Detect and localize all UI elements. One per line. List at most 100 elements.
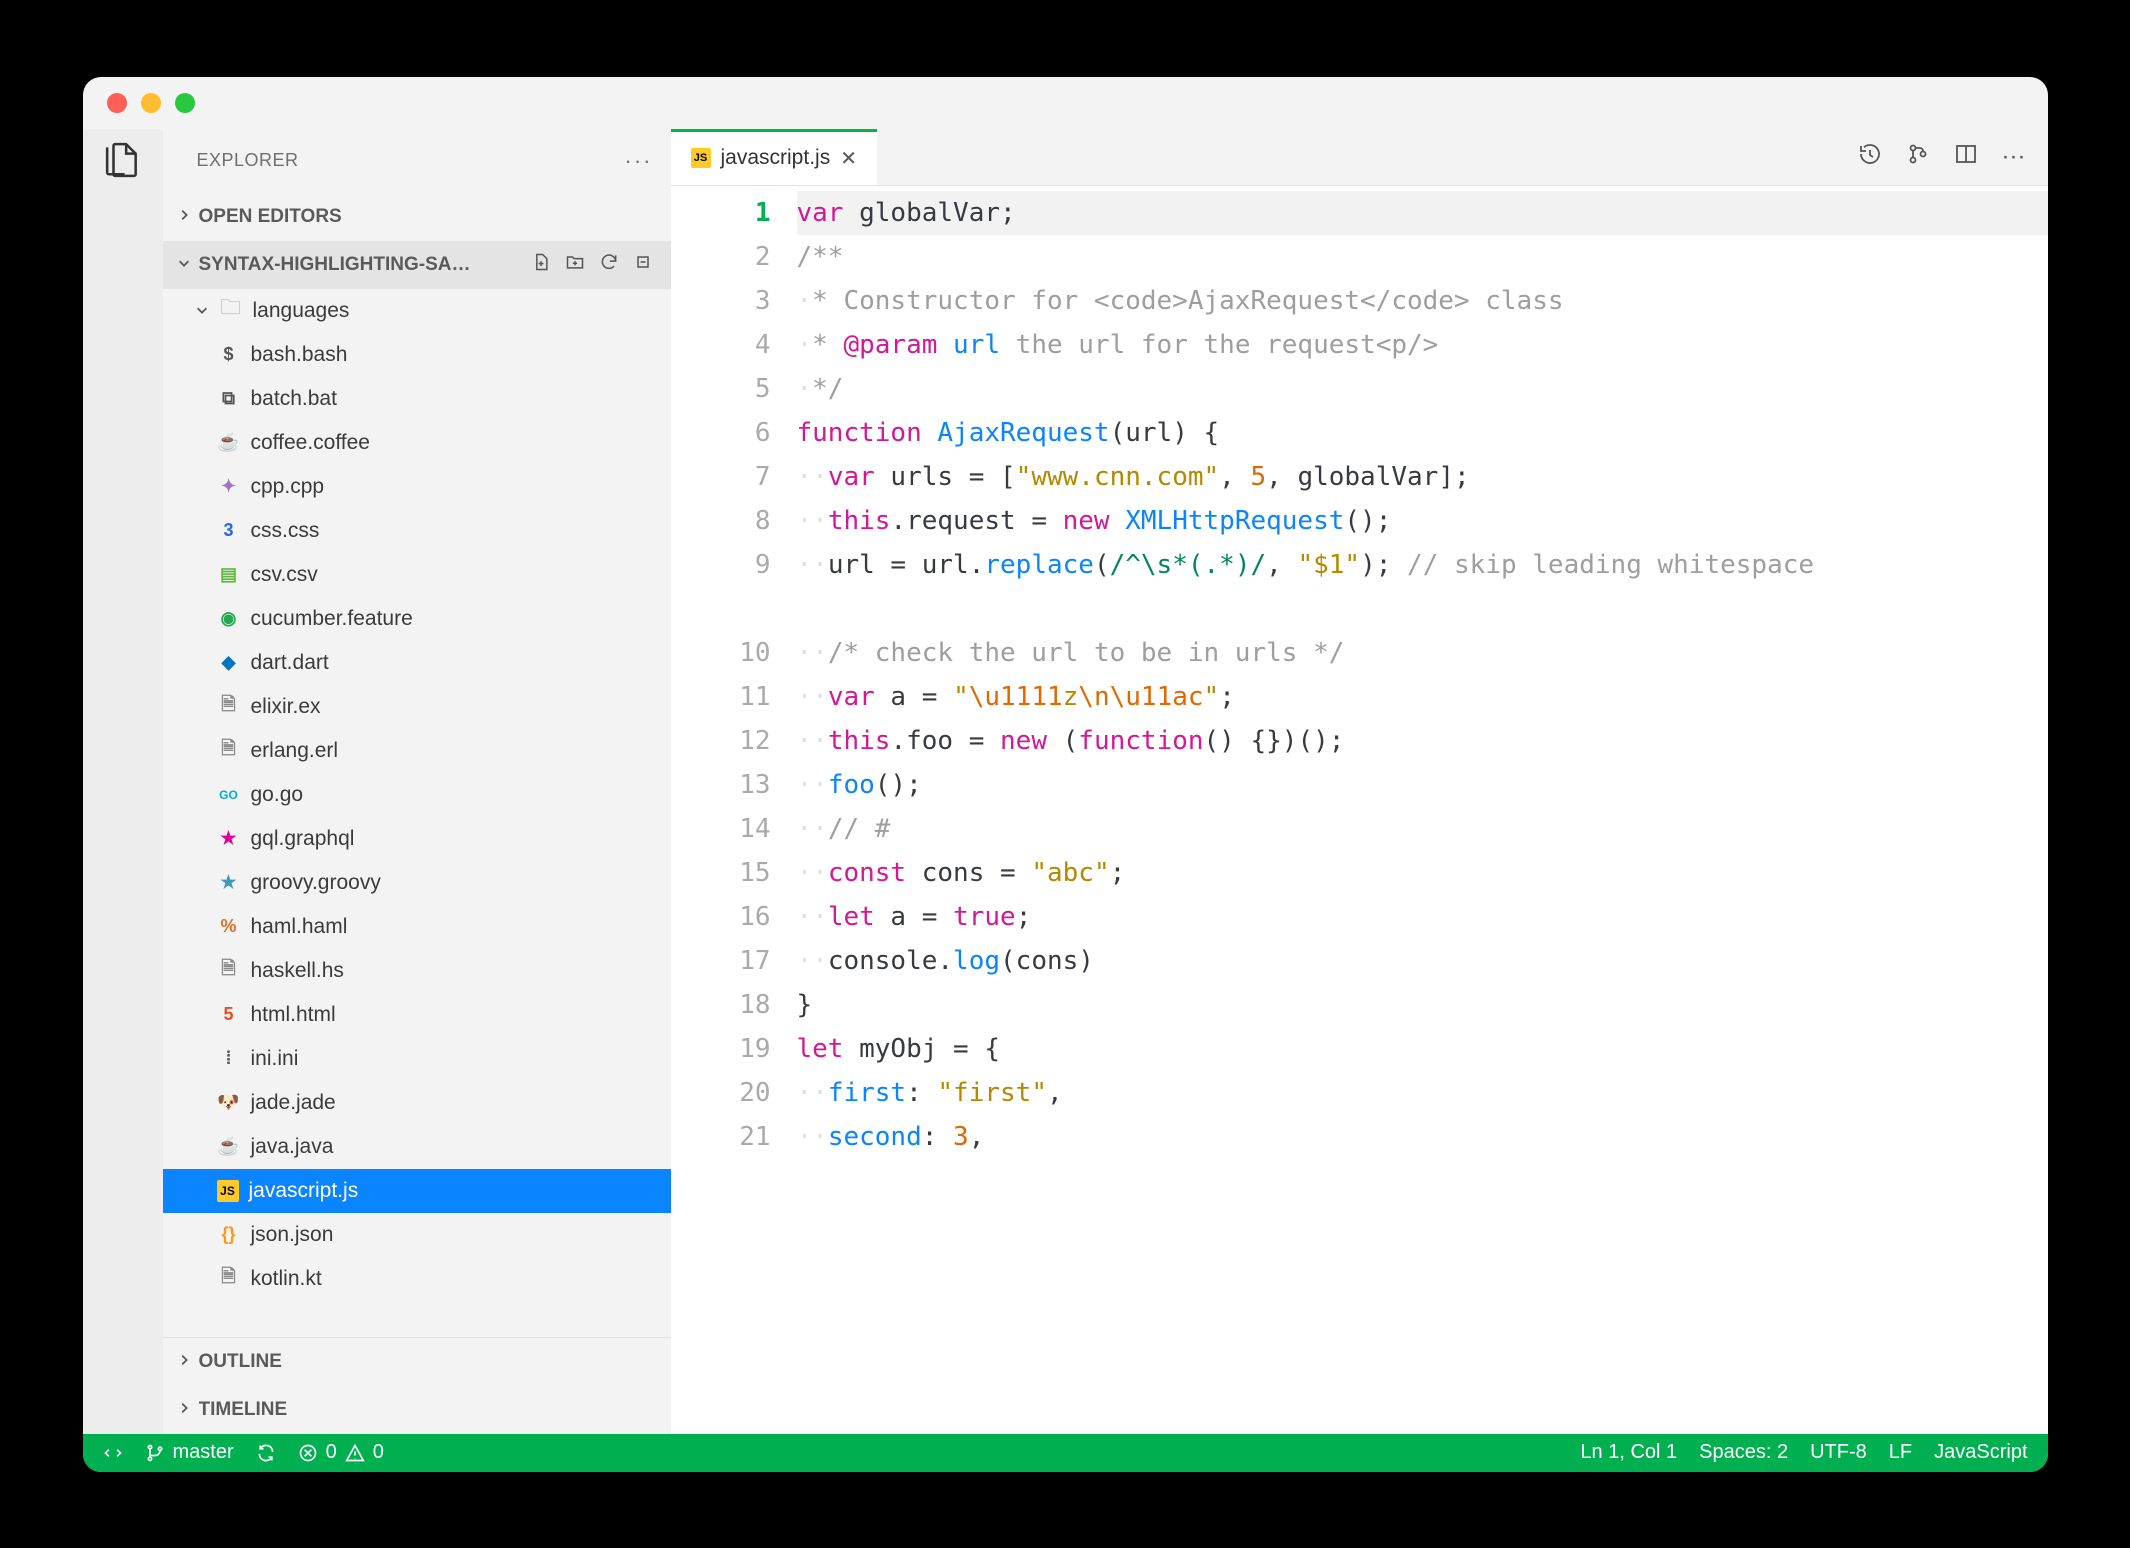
- chevron-right-icon: [177, 1399, 191, 1421]
- indentation[interactable]: Spaces: 2: [1699, 1441, 1788, 1464]
- window-zoom[interactable]: [175, 93, 195, 113]
- titlebar[interactable]: [83, 77, 2048, 129]
- git-branch-name: master: [173, 1441, 234, 1464]
- csv-file-icon: ▤: [217, 563, 241, 587]
- tab-active[interactable]: JS javascript.js ✕: [671, 129, 877, 185]
- file-name: elixir.ex: [251, 695, 321, 719]
- file-name: ini.ini: [251, 1047, 299, 1071]
- close-tab-icon[interactable]: ✕: [840, 146, 857, 171]
- timeline-icon[interactable]: [1858, 142, 1882, 171]
- file-name: haml.haml: [251, 915, 348, 939]
- sync-icon[interactable]: [256, 1443, 276, 1463]
- java-file-icon: ☕: [217, 1135, 241, 1159]
- outline-label: OUTLINE: [199, 1351, 653, 1373]
- file-row[interactable]: 🗎 elixir.ex: [163, 685, 671, 729]
- file-name: coffee.coffee: [251, 431, 371, 455]
- file-file-icon: 🗎: [217, 695, 241, 719]
- tab-label: javascript.js: [721, 146, 831, 170]
- file-name: cpp.cpp: [251, 475, 325, 499]
- gutter: 123456789 101112131415161718192021: [671, 186, 793, 1434]
- file-row[interactable]: $ bash.bash: [163, 333, 671, 377]
- file-row[interactable]: 3css.css: [163, 509, 671, 553]
- file-name: dart.dart: [251, 651, 329, 675]
- cursor-position[interactable]: Ln 1, Col 1: [1580, 1441, 1677, 1464]
- file-file-icon: 🗎: [217, 1267, 241, 1291]
- language-mode[interactable]: JavaScript: [1934, 1441, 2027, 1464]
- sidebar: EXPLORER ··· OPEN EDITORS SYNTAX-HIGHLIG…: [163, 129, 671, 1434]
- eol[interactable]: LF: [1889, 1441, 1912, 1464]
- file-name: jade.jade: [251, 1091, 336, 1115]
- collapse-all-icon[interactable]: [633, 252, 653, 278]
- problems[interactable]: 0 0: [298, 1441, 384, 1464]
- file-name: json.json: [251, 1223, 334, 1247]
- timeline-section[interactable]: TIMELINE: [163, 1386, 671, 1434]
- file-row[interactable]: 5html.html: [163, 993, 671, 1037]
- file-row[interactable]: GOgo.go: [163, 773, 671, 817]
- folder-label: languages: [253, 299, 350, 323]
- file-row[interactable]: ◉cucumber.feature: [163, 597, 671, 641]
- workspace-root-section[interactable]: SYNTAX-HIGHLIGHTING-SA…: [163, 241, 671, 289]
- js-file-icon: JS: [217, 1180, 239, 1202]
- encoding[interactable]: UTF-8: [1810, 1441, 1867, 1464]
- file-row[interactable]: ◆ dart.dart: [163, 641, 671, 685]
- haml-file-icon: %: [217, 915, 241, 939]
- window-minimize[interactable]: [141, 93, 161, 113]
- remote-icon[interactable]: [103, 1443, 123, 1463]
- chevron-down-icon: [177, 254, 191, 276]
- file-row[interactable]: 🐶 jade.jade: [163, 1081, 671, 1125]
- coffee-file-icon: ☕: [217, 431, 241, 455]
- groovy-file-icon: ★: [217, 871, 241, 895]
- file-row[interactable]: ★gql.graphql: [163, 817, 671, 861]
- jade-file-icon: 🐶: [217, 1091, 241, 1115]
- file-row[interactable]: ⧉batch.bat: [163, 377, 671, 421]
- go-file-icon: GO: [217, 783, 241, 807]
- file-row[interactable]: ⁞ini.ini: [163, 1037, 671, 1081]
- folder-open-icon: 🗀: [219, 293, 243, 328]
- json-file-icon: {}: [217, 1223, 241, 1247]
- tab-bar: JS javascript.js ✕ ···: [671, 129, 2048, 186]
- chevron-right-icon: [177, 206, 191, 228]
- workspace-root-label: SYNTAX-HIGHLIGHTING-SA…: [199, 254, 523, 276]
- file-name: bash.bash: [251, 343, 348, 367]
- gql-file-icon: ★: [217, 827, 241, 851]
- code-area[interactable]: 123456789 101112131415161718192021 var g…: [671, 186, 2048, 1434]
- more-actions-icon[interactable]: ···: [2002, 143, 2026, 171]
- open-editors-section[interactable]: OPEN EDITORS: [163, 193, 671, 241]
- code[interactable]: var globalVar;/**·* Constructor for <cod…: [793, 186, 2048, 1434]
- file-name: javascript.js: [249, 1179, 359, 1203]
- file-row[interactable]: ✦cpp.cpp: [163, 465, 671, 509]
- window-close[interactable]: [107, 93, 127, 113]
- new-folder-icon[interactable]: [565, 252, 585, 278]
- new-file-icon[interactable]: [531, 252, 551, 278]
- open-editors-label: OPEN EDITORS: [199, 206, 653, 228]
- file-name: haskell.hs: [251, 959, 344, 983]
- bat-file-icon: ⧉: [217, 387, 241, 411]
- file-row[interactable]: 🗎kotlin.kt: [163, 1257, 671, 1301]
- explorer-icon[interactable]: [104, 141, 142, 184]
- file-row[interactable]: 🗎haskell.hs: [163, 949, 671, 993]
- timeline-label: TIMELINE: [199, 1399, 653, 1421]
- file-row[interactable]: {} json.json: [163, 1213, 671, 1257]
- refresh-icon[interactable]: [599, 252, 619, 278]
- activity-bar: [83, 129, 163, 1434]
- git-branch[interactable]: master: [145, 1441, 234, 1464]
- file-name: erlang.erl: [251, 739, 339, 763]
- outline-section[interactable]: OUTLINE: [163, 1337, 671, 1386]
- warning-count: 0: [373, 1441, 384, 1464]
- file-row[interactable]: ▤csv.csv: [163, 553, 671, 597]
- split-editor-icon[interactable]: [1954, 142, 1978, 171]
- chevron-right-icon: [177, 1351, 191, 1373]
- file-row[interactable]: % haml.haml: [163, 905, 671, 949]
- status-bar: master 0 0 Ln 1, Col 1 Spaces: 2 UTF-8 L…: [83, 1434, 2048, 1472]
- file-row[interactable]: ★groovy.groovy: [163, 861, 671, 905]
- bash-file-icon: $: [217, 343, 241, 367]
- cucumber-file-icon: ◉: [217, 607, 241, 631]
- dart-file-icon: ◆: [217, 651, 241, 675]
- file-row[interactable]: 🗎erlang.erl: [163, 729, 671, 773]
- file-row[interactable]: ☕java.java: [163, 1125, 671, 1169]
- sidebar-menu-icon[interactable]: ···: [625, 148, 653, 174]
- file-row[interactable]: ☕ coffee.coffee: [163, 421, 671, 465]
- compare-icon[interactable]: [1906, 142, 1930, 171]
- file-row[interactable]: JS javascript.js: [163, 1169, 671, 1213]
- folder-row[interactable]: 🗀 languages: [163, 289, 671, 333]
